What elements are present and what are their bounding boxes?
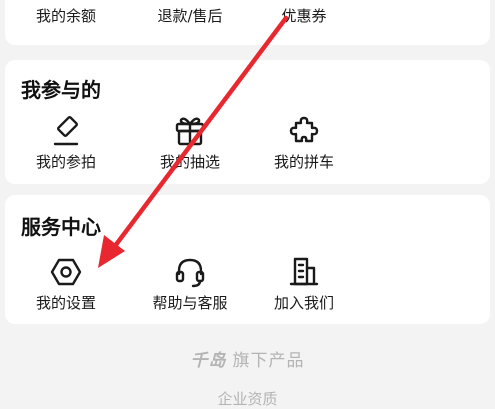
my-balance-label: 我的余额	[35, 7, 96, 25]
my-draws-button[interactable]: 我的抽选	[142, 114, 238, 172]
coupons-label: 优惠券	[281, 7, 327, 25]
help-support-label: 帮助与客服	[152, 294, 228, 312]
settings-hex-icon	[50, 258, 82, 286]
qualification-link[interactable]: 企业资质	[0, 388, 495, 409]
help-support-button[interactable]: 帮助与客服	[142, 255, 238, 313]
building-icon	[289, 257, 319, 286]
brand-text: 旗下产品	[232, 351, 305, 371]
gift-icon	[175, 117, 205, 146]
my-settings-button[interactable]: 我的设置	[18, 255, 114, 313]
headset-icon	[175, 258, 205, 288]
my-auctions-label: 我的参拍	[35, 153, 96, 171]
wallet-icon	[49, 0, 83, 2]
my-balance-button[interactable]: 我的余额	[18, 0, 114, 26]
my-auctions-button[interactable]: 我的参拍	[18, 114, 114, 172]
auction-hammer-icon	[53, 116, 79, 146]
join-us-button[interactable]: 加入我们	[256, 255, 352, 313]
footer-brand: 千岛 旗下产品	[0, 346, 495, 371]
coupon-icon	[287, 0, 321, 2]
account-shortcuts-card: 我的余额 退款/售后 优惠券	[5, 0, 490, 45]
my-carpool-label: 我的拼车	[273, 153, 334, 171]
puzzle-icon	[289, 116, 319, 143]
refund-icon	[173, 0, 207, 2]
my-draws-label: 我的抽选	[159, 153, 220, 171]
my-carpool-button[interactable]: 我的拼车	[256, 114, 352, 172]
brand-logo: 千岛	[190, 351, 227, 371]
join-us-label: 加入我们	[273, 294, 334, 312]
service-center-title: 服务中心	[21, 215, 101, 239]
participate-card: 我参与的 我的参拍 我的抽选 我的拼车	[5, 60, 490, 184]
my-settings-label: 我的设置	[35, 294, 96, 312]
refund-aftersale-button[interactable]: 退款/售后	[142, 0, 238, 26]
service-center-card: 服务中心 我的设置 帮助与客服 加入我们	[5, 195, 490, 324]
refund-aftersale-label: 退款/售后	[157, 7, 223, 25]
coupons-button[interactable]: 优惠券	[256, 0, 352, 26]
participate-title: 我参与的	[21, 78, 101, 102]
